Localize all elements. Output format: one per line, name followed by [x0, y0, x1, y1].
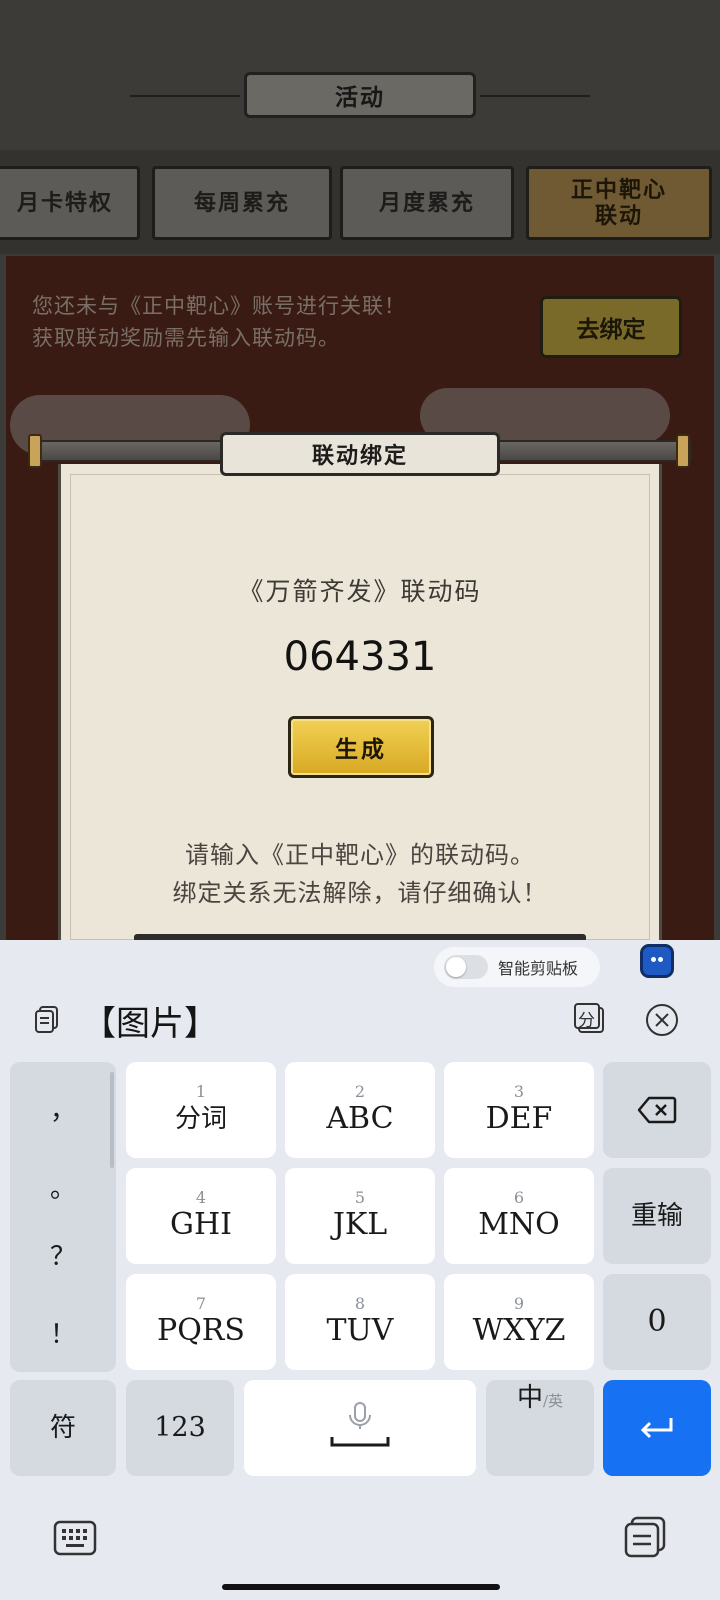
- instruction-line-2: 绑定关系无法解除，请仔细确认！: [172, 879, 548, 907]
- reinput-key[interactable]: 重输: [603, 1168, 711, 1264]
- space-key[interactable]: [244, 1380, 476, 1476]
- section-title: 活动: [244, 72, 476, 118]
- key-5-jkl[interactable]: 5 JKL: [285, 1168, 435, 1264]
- punct-period[interactable]: 。: [10, 1168, 116, 1205]
- tab-weekly-recharge[interactable]: 每周累充: [152, 166, 332, 240]
- key-7-pqrs[interactable]: 7 PQRS: [126, 1274, 276, 1370]
- dialog-title: 联动绑定: [220, 432, 500, 476]
- close-candidates-icon[interactable]: [644, 1002, 680, 1038]
- lang-switch-key[interactable]: 中 /英: [486, 1380, 594, 1476]
- key-label: 中: [516, 1383, 543, 1413]
- instruction-text: 请输入《正中靶心》的联动码。 绑定关系无法解除，请仔细确认！: [0, 836, 720, 912]
- scroll-rod-cap-right: [676, 434, 690, 468]
- key-6-mno[interactable]: 6 MNO: [444, 1168, 594, 1264]
- smart-clipboard-label: 智能剪贴板: [498, 959, 579, 978]
- clipboard-icon[interactable]: [32, 1004, 62, 1034]
- key-number: 9: [513, 1294, 525, 1313]
- punct-exclamation[interactable]: ！: [10, 1314, 116, 1351]
- split-word-icon[interactable]: 分: [572, 1002, 606, 1036]
- punct-question[interactable]: ？: [10, 1236, 116, 1273]
- key-label: WXYZ: [472, 1313, 566, 1348]
- toggle-switch[interactable]: [444, 955, 488, 979]
- punctuation-scrollbar[interactable]: [110, 1072, 114, 1168]
- key-label: 符: [49, 1413, 76, 1443]
- generate-button[interactable]: 生成: [288, 716, 434, 778]
- key-4-ghi[interactable]: 4 GHI: [126, 1168, 276, 1264]
- key-label: GHI: [170, 1207, 232, 1242]
- tab-monthly-card[interactable]: 月卡特权: [0, 166, 140, 240]
- key-2-abc[interactable]: 2 ABC: [285, 1062, 435, 1158]
- key-number: 7: [195, 1294, 207, 1313]
- enter-key[interactable]: [603, 1380, 711, 1476]
- key-8-tuv[interactable]: 8 TUV: [285, 1274, 435, 1370]
- instruction-line-1: 请输入《正中靶心》的联动码。: [185, 841, 535, 869]
- key-9-wxyz[interactable]: 9 WXYZ: [444, 1274, 594, 1370]
- notice-line-1: 您还未与《正中靶心》账号进行关联！: [32, 294, 406, 318]
- home-indicator[interactable]: [222, 1584, 500, 1590]
- key-number: 2: [354, 1082, 366, 1101]
- microphone-icon: [330, 1402, 390, 1447]
- backspace-key[interactable]: [603, 1062, 711, 1158]
- key-number: 6: [513, 1188, 525, 1207]
- key-label: MNO: [478, 1207, 560, 1242]
- key-number: 3: [513, 1082, 525, 1101]
- collab-code-value: 064331: [283, 634, 437, 680]
- key-number: 8: [354, 1294, 366, 1313]
- keyboard-switch-icon[interactable]: [52, 1518, 98, 1558]
- key-number: 5: [354, 1188, 366, 1207]
- tab-collab[interactable]: 正中靶心 联动: [526, 166, 712, 240]
- collab-code-label: 《万箭齐发》联动码: [238, 577, 482, 606]
- split-label: 分: [578, 1011, 595, 1031]
- key-3-def[interactable]: 3 DEF: [444, 1062, 594, 1158]
- key-0[interactable]: 0: [603, 1274, 711, 1370]
- key-label: PQRS: [157, 1313, 245, 1348]
- smart-clipboard-toggle[interactable]: 智能剪贴板: [434, 947, 600, 987]
- numeric-key[interactable]: 123: [126, 1380, 234, 1476]
- candidate-word[interactable]: 【图片】: [82, 996, 218, 1045]
- key-label: ABC: [326, 1101, 394, 1136]
- key-label: JKL: [332, 1207, 388, 1242]
- key-1-segment[interactable]: 1 分词: [126, 1062, 276, 1158]
- bind-notice: 您还未与《正中靶心》账号进行关联！ 获取联动奖励需先输入联动码。: [32, 290, 512, 354]
- key-sublabel: /英: [542, 1392, 564, 1410]
- key-label: 分词: [174, 1104, 227, 1134]
- key-label: 123: [154, 1412, 206, 1443]
- key-label: TUV: [326, 1313, 394, 1348]
- title-divider-right: [480, 95, 590, 97]
- enter-icon: [640, 1418, 673, 1439]
- notice-line-2: 获取联动奖励需先输入联动码。: [32, 326, 340, 350]
- backspace-icon: [637, 1096, 677, 1124]
- scroll-rod-cap-left: [28, 434, 42, 468]
- keyboard-mascot-icon[interactable]: [640, 944, 674, 978]
- punct-comma[interactable]: ，: [10, 1090, 116, 1127]
- go-bind-button[interactable]: 去绑定: [540, 296, 682, 358]
- key-label: DEF: [485, 1101, 553, 1136]
- key-label: 0: [647, 1304, 667, 1339]
- clipboard-panel-icon[interactable]: [622, 1514, 668, 1560]
- symbol-key[interactable]: 符: [10, 1380, 116, 1476]
- tab-monthly-recharge[interactable]: 月度累充: [340, 166, 514, 240]
- key-number: 4: [195, 1188, 207, 1207]
- key-label: 重输: [630, 1201, 683, 1231]
- key-number: 1: [195, 1082, 207, 1101]
- title-divider-left: [130, 95, 240, 97]
